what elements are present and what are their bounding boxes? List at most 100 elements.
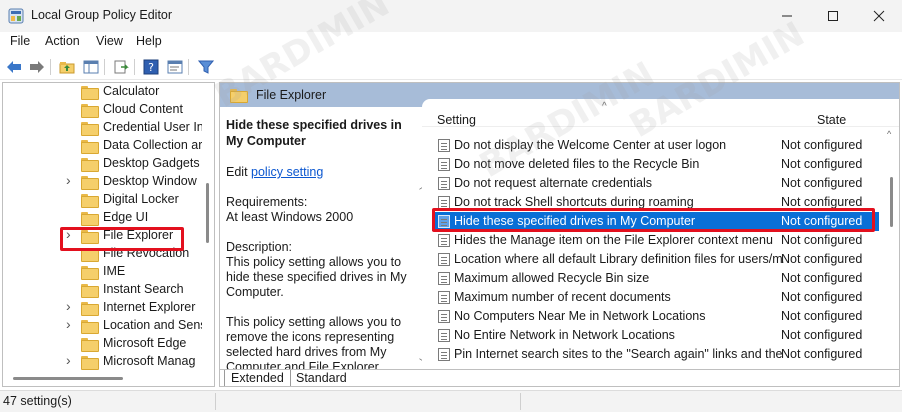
menu-view[interactable]: View — [96, 34, 123, 48]
tree-item[interactable]: Instant Search — [3, 281, 201, 299]
settings-scrollbar[interactable]: ^ — [885, 127, 899, 369]
policy-setting-icon — [438, 291, 450, 304]
export-list-button[interactable] — [111, 57, 131, 77]
tree-item[interactable]: Calculator — [3, 83, 201, 101]
tree-pane[interactable]: Calculator Cloud Content Credential User I… — [2, 82, 215, 387]
tree-item[interactable]: IME — [3, 263, 201, 281]
forward-button[interactable] — [27, 57, 47, 77]
tree-horizontal-scrollbar[interactable] — [3, 370, 202, 386]
setting-row[interactable]: Do not move deleted files to the Recycle… — [432, 155, 879, 174]
show-hide-tree-icon — [83, 60, 99, 74]
description-text: This policy setting allows you to hide t… — [226, 255, 407, 299]
tree-item-label: Internet Explorer — [103, 300, 196, 314]
setting-row[interactable]: Pin Internet search sites to the "Search… — [432, 345, 879, 364]
back-arrow-icon — [7, 61, 21, 73]
setting-row[interactable]: No Computers Near Me in Network Location… — [432, 307, 879, 326]
tree-item[interactable]: › Microsoft Manag — [3, 352, 201, 371]
tree-item[interactable]: › Internet Explorer — [3, 298, 201, 317]
status-text: 47 setting(s) — [3, 394, 72, 408]
tree-vertical-scrollbar[interactable] — [202, 83, 214, 368]
menu-action[interactable]: Action — [45, 34, 80, 48]
folder-icon — [81, 158, 99, 172]
column-state[interactable]: State — [817, 113, 846, 127]
folder-icon — [81, 266, 99, 280]
chevron-right-icon[interactable]: › — [66, 298, 71, 314]
folder-icon — [81, 338, 99, 352]
sort-ascending-icon: ^ — [602, 101, 607, 112]
setting-name: Do not request alternate credentials — [454, 176, 653, 190]
chevron-right-icon[interactable]: › — [66, 352, 71, 368]
menu-file[interactable]: File — [10, 34, 30, 48]
tree-hscroll-thumb[interactable] — [13, 377, 123, 380]
settings-scroll-up-icon[interactable]: ^ — [887, 129, 891, 139]
tree-item-label: Microsoft Manag — [103, 354, 196, 368]
column-setting[interactable]: Setting — [437, 113, 476, 127]
maximize-button[interactable] — [810, 0, 856, 32]
help-button[interactable]: ? — [141, 57, 161, 77]
edit-line: Edit policy setting — [226, 165, 323, 179]
settings-scroll-thumb[interactable] — [890, 177, 893, 227]
tree-item[interactable]: Digital Locker — [3, 191, 201, 209]
menu-help[interactable]: Help — [136, 34, 162, 48]
tree-item[interactable]: Data Collection ar — [3, 137, 202, 155]
folder-icon — [81, 104, 99, 118]
window-title: Local Group Policy Editor — [31, 8, 173, 22]
tree-item[interactable]: Credential User In — [3, 119, 204, 137]
tree-scroll-thumb[interactable] — [206, 183, 209, 243]
chevron-right-icon[interactable]: › — [66, 226, 71, 242]
up-one-level-button[interactable] — [57, 57, 77, 77]
details-pane: File Explorer Hide these specified drive… — [219, 82, 900, 387]
policy-setting-icon — [438, 272, 450, 285]
setting-name: Do not move deleted files to the Recycle… — [454, 157, 700, 171]
edit-policy-setting-link[interactable]: policy setting — [251, 165, 323, 179]
tree-item[interactable]: › File Explorer — [3, 226, 201, 245]
tree-item[interactable]: Cloud Content — [3, 101, 201, 119]
tree-item-label: Desktop Window — [103, 174, 197, 188]
setting-name: Maximum number of recent documents — [454, 290, 671, 304]
close-button[interactable] — [856, 0, 902, 32]
setting-row[interactable]: Do not track Shell shortcuts during roam… — [432, 193, 879, 212]
tree-item-label: Calculator — [103, 84, 160, 98]
tree-item[interactable]: Microsoft Edge — [3, 335, 201, 353]
setting-row[interactable]: Location where all default Library defin… — [432, 250, 879, 269]
setting-row[interactable]: No Entire Network in Network Locations No… — [432, 326, 879, 345]
folder-icon — [81, 248, 99, 262]
properties-button[interactable] — [165, 57, 185, 77]
setting-row[interactable]: Hides the Manage item on the File Explor… — [432, 231, 879, 250]
tab-extended[interactable]: Extended — [224, 370, 291, 386]
folder-icon — [81, 176, 99, 190]
description-text-continued: This policy setting allows you to remove… — [226, 315, 402, 369]
setting-row[interactable]: Maximum allowed Recycle Bin size Not conf… — [432, 269, 879, 288]
filter-icon — [198, 60, 214, 74]
status-bar: 47 setting(s) — [0, 390, 902, 412]
setting-row[interactable]: Maximum number of recent documents Not co… — [432, 288, 879, 307]
setting-row[interactable]: Hide these specified drives in My Comput… — [432, 212, 879, 231]
back-button[interactable] — [4, 57, 24, 77]
setting-row[interactable]: Do not request alternate credentials Not … — [432, 174, 879, 193]
folder-icon — [230, 89, 248, 103]
setting-state: Not configured — [781, 214, 863, 228]
tree-item-label: Microsoft Edge — [103, 336, 187, 350]
setting-row[interactable]: Do not display the Welcome Center at use… — [432, 136, 879, 155]
tree-item-label: Location and Sens — [103, 318, 207, 332]
setting-name: Do not track Shell shortcuts during roam… — [454, 195, 694, 209]
show-hide-tree-button[interactable] — [81, 57, 101, 77]
settings-column-header: ^ Setting State — [422, 99, 899, 127]
chevron-right-icon[interactable]: › — [66, 316, 71, 332]
tree-item[interactable]: › Desktop Window — [3, 172, 201, 191]
tree-item[interactable]: › Location and Sens — [3, 316, 207, 335]
tree-item[interactable]: File Revocation — [3, 245, 201, 263]
details-header-title: File Explorer — [256, 88, 327, 102]
policy-setting-icon — [438, 310, 450, 323]
policy-title: Hide these specified drives in My Comput… — [226, 118, 402, 148]
tab-standard[interactable]: Standard — [290, 370, 353, 386]
chevron-right-icon[interactable]: › — [66, 172, 71, 188]
tree-item[interactable]: Edge UI — [3, 209, 201, 227]
policy-setting-icon — [438, 215, 450, 228]
tree-item[interactable]: Desktop Gadgets — [3, 155, 201, 173]
setting-state: Not configured — [781, 233, 863, 247]
minimize-button[interactable] — [764, 0, 810, 32]
folder-icon — [81, 302, 99, 316]
filter-button[interactable] — [196, 57, 216, 77]
folder-icon — [81, 284, 99, 298]
